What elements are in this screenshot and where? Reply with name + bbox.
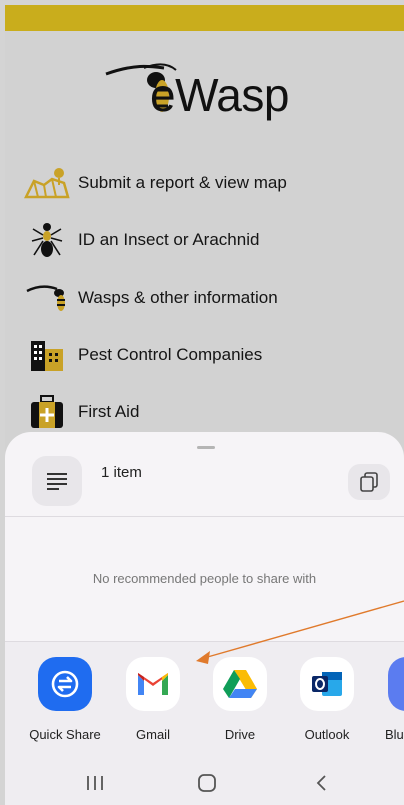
bluetooth-icon: [388, 657, 404, 711]
item-count: 1 item: [101, 464, 142, 481]
app-label: Drive: [224, 727, 256, 742]
wasp-icon: [22, 278, 72, 318]
no-people-message: No recommended people to share with: [92, 571, 317, 586]
buildings-icon: [22, 335, 72, 375]
menu-item-label: Submit a report & view map: [78, 173, 287, 192]
share-app-drive[interactable]: Drive: [200, 657, 280, 742]
divider: [5, 516, 404, 517]
sheet-drag-handle[interactable]: [197, 446, 215, 449]
copy-icon: [360, 472, 378, 492]
share-app-quick-share[interactable]: Quick Share: [25, 657, 105, 742]
menu-item-pest-control[interactable]: Pest Control Companies: [22, 335, 392, 375]
app-label: Gmail: [136, 727, 170, 742]
app-label: Quick Share: [29, 727, 101, 742]
menu-item-label: Wasps & other information: [78, 288, 278, 307]
menu-item-label: Pest Control Companies: [78, 345, 263, 364]
ant-icon: [22, 220, 72, 260]
recent-apps-icon: [87, 776, 103, 790]
quick-share-icon: [38, 657, 92, 711]
menu-item-submit-report[interactable]: Submit a report & view map: [22, 163, 392, 203]
share-app-bluetooth[interactable]: Blu: [374, 657, 404, 742]
drive-icon: [213, 657, 267, 711]
app-label: Blu: [385, 727, 404, 742]
outlook-icon: [300, 657, 354, 711]
copy-button[interactable]: [348, 464, 390, 500]
document-lines-icon: [47, 473, 67, 490]
shared-item-thumbnail: [32, 456, 82, 506]
map-pin-icon: [22, 163, 72, 203]
back-chevron-icon: [316, 775, 326, 791]
share-app-gmail[interactable]: Gmail: [113, 657, 193, 742]
menu-item-label: First Aid: [78, 402, 140, 421]
menu-item-id-insect[interactable]: ID an Insect or Arachnid: [22, 220, 392, 260]
first-aid-kit-icon: [22, 392, 72, 432]
gmail-icon: [126, 657, 180, 711]
back-button[interactable]: [310, 772, 332, 794]
home-button[interactable]: [196, 772, 218, 794]
menu-item-wasps-info[interactable]: Wasps & other information: [22, 278, 392, 318]
recent-apps-button[interactable]: [84, 772, 106, 794]
app-logo-text: eWasp: [150, 69, 289, 121]
app-label: Outlook: [304, 727, 350, 742]
menu-item-label: ID an Insect or Arachnid: [78, 230, 260, 249]
menu-item-first-aid[interactable]: First Aid: [22, 392, 392, 432]
home-icon: [198, 774, 216, 792]
status-bar: [5, 5, 404, 31]
share-app-outlook[interactable]: Outlook: [287, 657, 367, 742]
